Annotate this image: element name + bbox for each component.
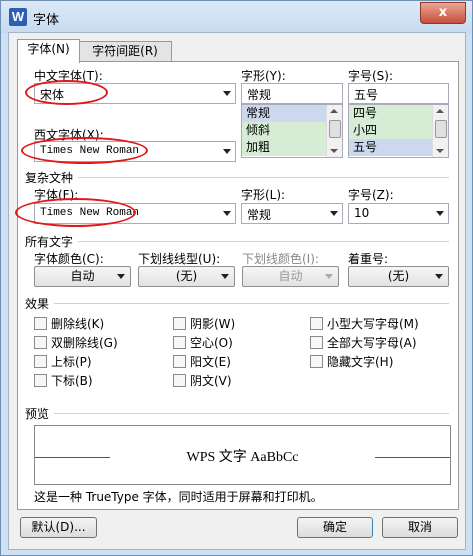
- window-title: 字体: [33, 13, 60, 28]
- hidden-text-label: 隐藏文字(H): [327, 355, 394, 369]
- ok-button[interactable]: 确定: [297, 517, 373, 538]
- font-dialog: W 字体 x 字体(N) 字符间距(R) 中文字体(T): 字形(Y): 字号(…: [0, 0, 473, 556]
- preview-section-title: 预览: [25, 405, 54, 422]
- superscript-checkbox[interactable]: [34, 355, 47, 368]
- all-caps-label: 全部大写字母(A): [327, 336, 417, 350]
- emphasis-mark-value: (无): [387, 269, 410, 283]
- outline-checkbox[interactable]: [173, 336, 186, 349]
- complex-style-value: 常规: [247, 208, 272, 222]
- annotation-circle: [21, 137, 148, 164]
- annotation-circle: [15, 198, 136, 227]
- tab-font[interactable]: 字体(N): [17, 39, 80, 63]
- small-caps-label: 小型大写字母(M): [327, 317, 419, 331]
- small-caps-checkbox[interactable]: [310, 317, 323, 330]
- emphasis-mark-label: 着重号:: [348, 252, 389, 266]
- chevron-down-icon[interactable]: [435, 274, 443, 279]
- divider: [78, 241, 449, 242]
- strikethrough-label: 删除线(K): [51, 317, 105, 331]
- preview-sample-text: WPS 文字 AaBbCc: [186, 450, 299, 465]
- close-button[interactable]: x: [420, 2, 466, 24]
- style-listbox[interactable]: 常规 倾斜 加粗: [241, 104, 343, 158]
- subscript-label: 下标(B): [51, 374, 93, 388]
- chevron-down-icon[interactable]: [223, 91, 231, 96]
- style-label: 字形(Y):: [241, 69, 286, 83]
- scroll-down-icon[interactable]: [436, 149, 444, 153]
- chevron-down-icon[interactable]: [330, 211, 338, 216]
- scroll-up-icon[interactable]: [330, 109, 338, 113]
- scroll-thumb[interactable]: [329, 120, 341, 138]
- style-scrollbar[interactable]: [326, 105, 342, 157]
- underline-style-dropdown[interactable]: (无): [138, 266, 235, 287]
- underline-style-label: 下划线线型(U):: [138, 252, 221, 266]
- underline-color-dropdown: 自动: [242, 266, 339, 287]
- size-value: 五号: [354, 88, 379, 102]
- wps-writer-icon: W: [9, 8, 27, 26]
- hidden-text-checkbox[interactable]: [310, 355, 323, 368]
- underline-color-value: 自动: [278, 269, 303, 283]
- font-description: 这是一种 TrueType 字体，同时适用于屏幕和打印机。: [34, 490, 323, 504]
- superscript-label: 上标(P): [51, 355, 92, 369]
- preview-box: WPS 文字 AaBbCc: [34, 425, 451, 485]
- font-color-dropdown[interactable]: 自动: [34, 266, 131, 287]
- font-color-value: 自动: [70, 269, 95, 283]
- complex-section-title: 复杂文种: [25, 169, 78, 186]
- chevron-down-icon: [325, 274, 333, 279]
- double-strikethrough-label: 双删除线(G): [51, 336, 118, 350]
- divider: [78, 177, 449, 178]
- dialog-body: 字体(N) 字符间距(R) 中文字体(T): 字形(Y): 字号(S): 宋体 …: [8, 32, 466, 550]
- underline-color-label: 下划线颜色(I):: [242, 252, 319, 266]
- style-input[interactable]: 常规: [241, 83, 343, 104]
- style-value: 常规: [247, 88, 272, 102]
- size-scrollbar[interactable]: [432, 105, 448, 157]
- size-label: 字号(S):: [348, 69, 394, 83]
- complex-style-combo[interactable]: 常规: [241, 203, 343, 224]
- outline-label: 空心(O): [190, 336, 233, 350]
- all-text-section-title: 所有文字: [25, 233, 78, 250]
- title-bar: W 字体 x: [1, 1, 472, 33]
- annotation-circle: [25, 80, 108, 105]
- shadow-checkbox[interactable]: [173, 317, 186, 330]
- emboss-checkbox[interactable]: [173, 355, 186, 368]
- tab-character-spacing[interactable]: 字符间距(R): [78, 41, 172, 62]
- complex-size-value: 10: [354, 206, 370, 220]
- size-input[interactable]: 五号: [348, 83, 449, 104]
- cancel-button[interactable]: 取消: [382, 517, 458, 538]
- complex-style-label: 字形(L):: [241, 188, 286, 202]
- scroll-up-icon[interactable]: [436, 109, 444, 113]
- subscript-checkbox[interactable]: [34, 374, 47, 387]
- font-color-label: 字体颜色(C):: [34, 252, 104, 266]
- default-button[interactable]: 默认(D)...: [20, 517, 97, 538]
- emboss-label: 阳文(E): [190, 355, 231, 369]
- chevron-down-icon[interactable]: [223, 211, 231, 216]
- underline-style-value: (无): [175, 269, 198, 283]
- chevron-down-icon[interactable]: [436, 211, 444, 216]
- engrave-label: 阴文(V): [190, 374, 232, 388]
- chevron-down-icon[interactable]: [117, 274, 125, 279]
- divider: [54, 413, 449, 414]
- chevron-down-icon[interactable]: [221, 274, 229, 279]
- effects-section-title: 效果: [25, 295, 54, 312]
- emphasis-mark-dropdown[interactable]: (无): [348, 266, 449, 287]
- scroll-thumb[interactable]: [435, 120, 447, 138]
- size-listbox[interactable]: 四号 小四 五号: [348, 104, 449, 158]
- strikethrough-checkbox[interactable]: [34, 317, 47, 330]
- scroll-down-icon[interactable]: [330, 149, 338, 153]
- shadow-label: 阴影(W): [190, 317, 236, 331]
- complex-size-combo[interactable]: 10: [348, 203, 449, 224]
- chevron-down-icon[interactable]: [223, 149, 231, 154]
- divider: [54, 303, 449, 304]
- double-strikethrough-checkbox[interactable]: [34, 336, 47, 349]
- engrave-checkbox[interactable]: [173, 374, 186, 387]
- complex-size-label: 字号(Z):: [348, 188, 394, 202]
- all-caps-checkbox[interactable]: [310, 336, 323, 349]
